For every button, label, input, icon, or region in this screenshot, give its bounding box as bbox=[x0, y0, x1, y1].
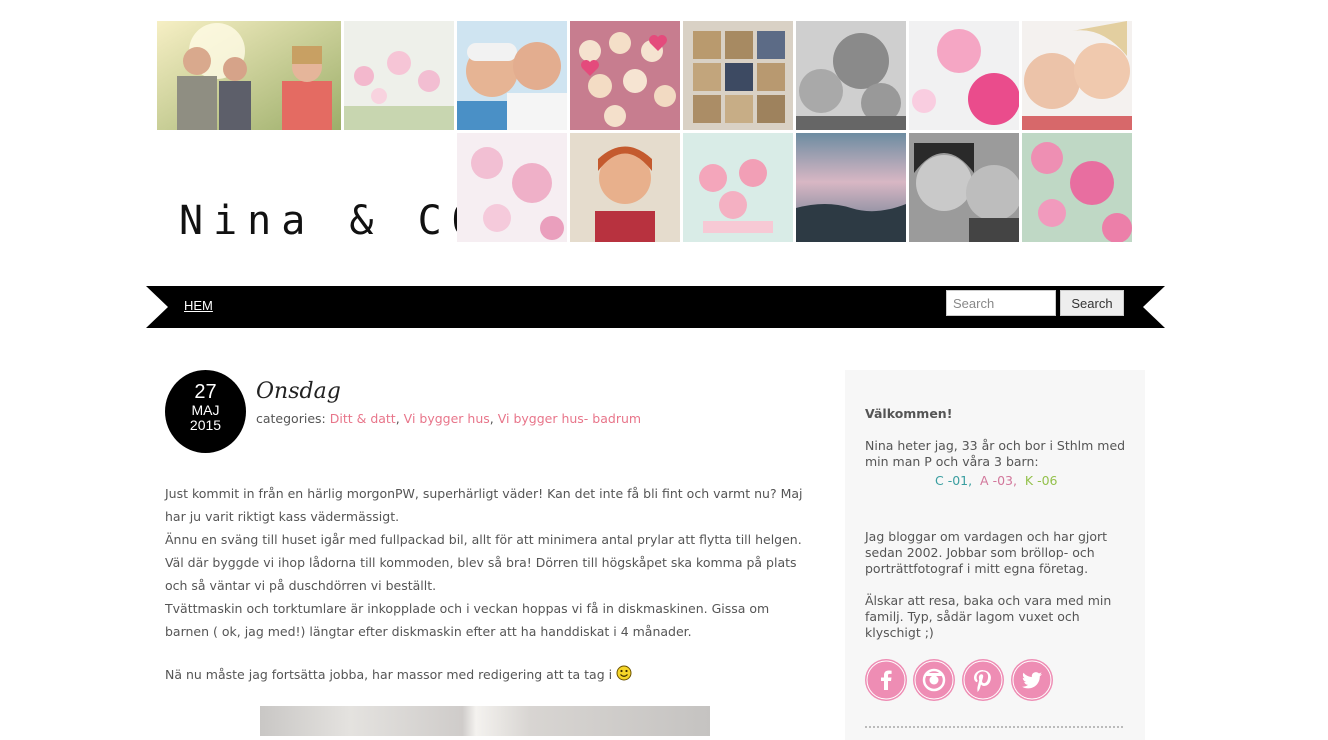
post-categories: categories: Ditt & datt, Vi bygger hus, … bbox=[256, 411, 642, 426]
date-day: 27 bbox=[194, 381, 217, 403]
photo-red-haired-boy bbox=[570, 133, 680, 242]
photo-pink-cupcakes bbox=[683, 133, 793, 242]
pinterest-icon[interactable] bbox=[962, 659, 1004, 701]
kid-a: A -03, bbox=[980, 473, 1017, 488]
site-title[interactable]: Nina & CO bbox=[179, 201, 486, 241]
smiley-icon bbox=[616, 665, 632, 681]
post-paragraph: Väl där byggde vi ihop lådorna till komm… bbox=[165, 555, 797, 593]
nav-item-home[interactable]: HEM bbox=[184, 298, 213, 313]
categories-label: categories: bbox=[256, 411, 326, 426]
sidebar: Välkommen! Nina heter jag, 33 år och bor… bbox=[845, 370, 1145, 740]
kids-list: C -01, A -03, K -06 bbox=[935, 473, 1200, 489]
photo-cherry-blossoms bbox=[457, 133, 567, 242]
sidebar-divider bbox=[865, 726, 1123, 728]
twitter-icon[interactable] bbox=[1011, 659, 1053, 701]
date-month: MAJ bbox=[191, 402, 220, 418]
facebook-icon[interactable] bbox=[865, 659, 907, 701]
post-closing: Nä nu måste jag fortsätta jobba, har mas… bbox=[165, 663, 810, 686]
photo-cupcakes bbox=[570, 21, 680, 130]
welcome-title: Välkommen! bbox=[865, 406, 953, 421]
category-link[interactable]: Vi bygger hus bbox=[404, 411, 490, 426]
photo-family-bw bbox=[796, 21, 906, 130]
post-paragraph: Ännu en sväng till huset igår med fullpa… bbox=[165, 532, 802, 547]
post-date-badge: 27 MAJ 2015 bbox=[165, 370, 246, 453]
intro-text: Nina heter jag, 33 år och bor i Sthlm me… bbox=[865, 438, 1126, 469]
date-year: 2015 bbox=[189, 417, 222, 433]
main-navigation: HEM Search bbox=[146, 286, 1165, 328]
search-input[interactable] bbox=[946, 290, 1056, 316]
about-text: Jag bloggar om vardagen och har gjort se… bbox=[865, 529, 1108, 576]
kid-k: K -06 bbox=[1024, 473, 1058, 488]
photo-couple-bw bbox=[909, 133, 1019, 242]
post-title[interactable]: Onsdag bbox=[256, 378, 341, 406]
photo-pink-pompoms bbox=[909, 21, 1019, 130]
photo-sea-sunset bbox=[796, 133, 906, 242]
photo-pink-flowers bbox=[344, 21, 454, 130]
instagram-icon[interactable] bbox=[913, 659, 955, 701]
category-link[interactable]: Vi bygger hus- badrum bbox=[498, 411, 641, 426]
site-header: Nina & CO bbox=[157, 21, 1132, 242]
post-closing-text: Nä nu måste jag fortsätta jobba, har mas… bbox=[165, 667, 613, 682]
photo-boys-hugging bbox=[457, 21, 567, 130]
post-paragraph: Tvättmaskin och torktumlare är inkopplad… bbox=[165, 601, 770, 639]
post-image bbox=[260, 706, 710, 736]
likes-text: Älskar att resa, baka och vara med min f… bbox=[865, 593, 1112, 640]
photo-kids-outdoors bbox=[157, 21, 341, 130]
post-paragraph: Just kommit in från en härlig morgonPW, … bbox=[165, 486, 803, 524]
category-link[interactable]: Ditt & datt bbox=[330, 411, 396, 426]
photo-champagne-corks bbox=[683, 21, 793, 130]
kid-c: C -01, bbox=[935, 473, 973, 488]
photo-siblings bbox=[1022, 21, 1132, 130]
photo-pink-roses bbox=[1022, 133, 1132, 242]
post-content: Just kommit in från en härlig morgonPW, … bbox=[165, 482, 810, 686]
search-button[interactable]: Search bbox=[1060, 290, 1124, 316]
